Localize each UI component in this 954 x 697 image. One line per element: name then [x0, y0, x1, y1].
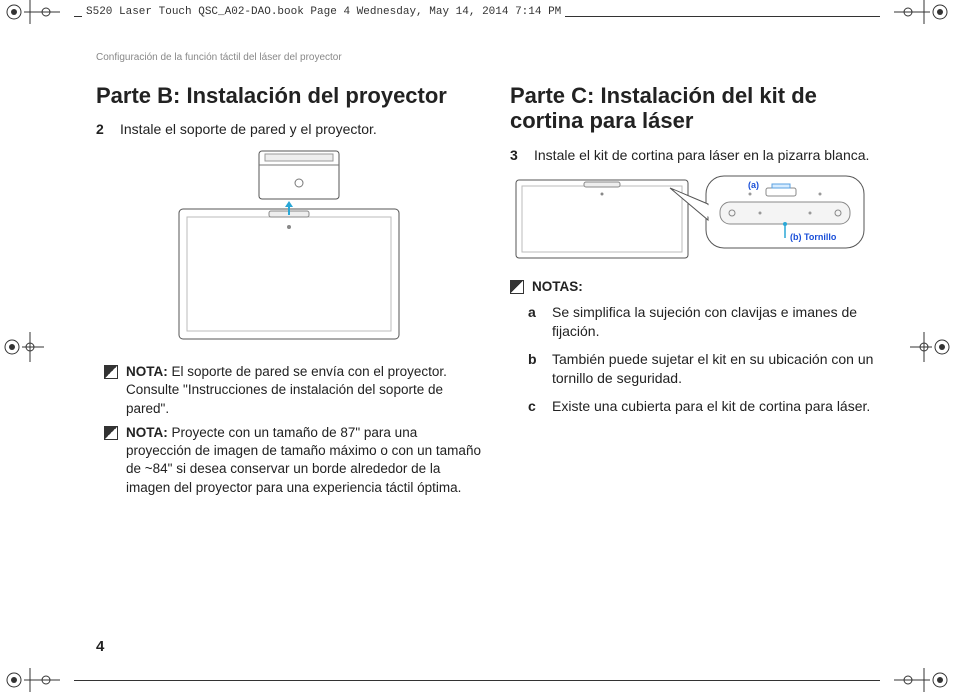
- step-number-2: 2: [96, 120, 110, 139]
- sub-c-letter: c: [528, 397, 542, 417]
- notas-label: NOTAS:: [532, 279, 583, 294]
- sub-c-text: Existe una cubierta para el kit de corti…: [552, 397, 896, 417]
- diagram-projector-mount: [159, 149, 419, 349]
- step-3-text: Instale el kit de cortina para láser en …: [534, 146, 896, 165]
- page-number: 4: [96, 638, 104, 655]
- callout-a-label: (a): [748, 180, 759, 190]
- note-icon: [510, 280, 524, 294]
- note-1-label: NOTA:: [126, 364, 168, 379]
- heading-part-c: Parte C: Instalación del kit de cortina …: [510, 83, 896, 134]
- heading-part-b: Parte B: Instalación del proyector: [96, 83, 482, 108]
- header-crop-info: S520 Laser Touch QSC_A02-DAO.book Page 4…: [82, 6, 565, 18]
- crop-mark-right: [910, 332, 954, 367]
- note-1-text: El soporte de pared se envía con el proy…: [126, 364, 447, 415]
- note-icon: [104, 365, 118, 379]
- note-1: NOTA: El soporte de pared se envía con e…: [126, 363, 482, 418]
- crop-mark-tr: [894, 0, 954, 29]
- footer-rule: [74, 680, 880, 681]
- note-2-label: NOTA:: [126, 425, 168, 440]
- column-right: Parte C: Instalación del kit de cortina …: [510, 83, 896, 503]
- note-2-text: Proyecte con un tamaño de 87" para una p…: [126, 425, 481, 495]
- crop-mark-tl: [0, 0, 60, 29]
- sub-a-text: Se simplifica la sujeción con clavijas e…: [552, 303, 896, 342]
- step-2-text: Instale el soporte de pared y el proyect…: [120, 120, 482, 139]
- note-2: NOTA: Proyecte con un tamaño de 87" para…: [126, 424, 482, 497]
- step-number-3: 3: [510, 146, 524, 165]
- callout-b-label: (b) Tornillo: [790, 232, 837, 242]
- crop-mark-bl: [0, 668, 60, 697]
- crop-mark-br: [894, 668, 954, 697]
- sub-a-letter: a: [528, 303, 542, 342]
- diagram-laser-curtain-kit: (a) (b) Tornillo: [510, 174, 870, 264]
- sub-b-text: También puede sujetar el kit en su ubica…: [552, 350, 896, 389]
- column-left: Parte B: Instalación del proyector 2 Ins…: [96, 83, 482, 503]
- running-head: Configuración de la función táctil del l…: [96, 52, 896, 63]
- sub-b-letter: b: [528, 350, 542, 389]
- note-icon: [104, 426, 118, 440]
- crop-mark-left: [0, 332, 44, 367]
